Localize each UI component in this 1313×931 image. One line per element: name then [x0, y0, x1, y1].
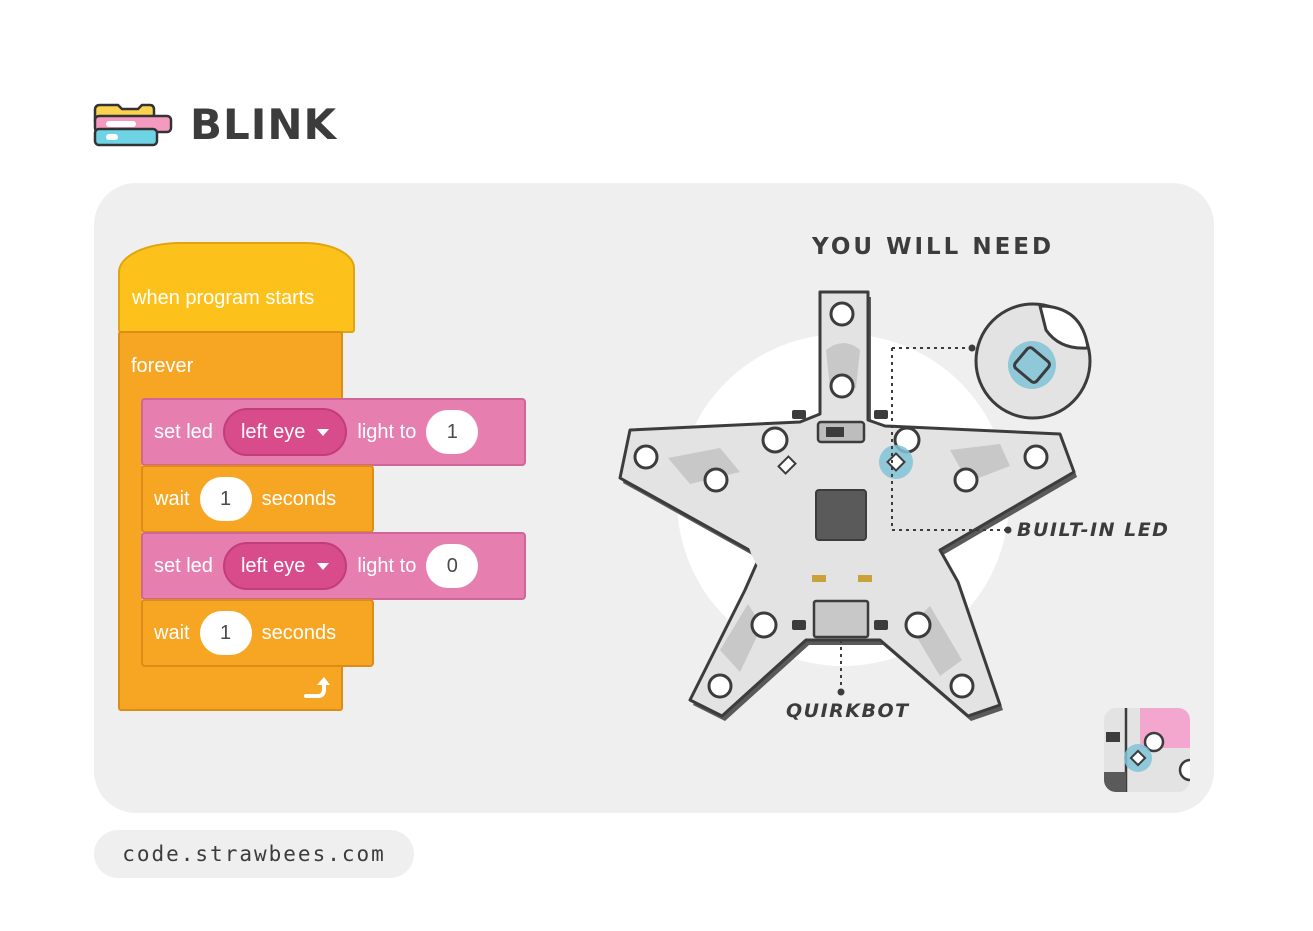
set-led-label: set led	[154, 420, 213, 443]
caret-down-icon	[317, 428, 330, 436]
wait-block[interactable]: wait 1 seconds	[141, 599, 374, 667]
forever-block[interactable]: forever	[118, 331, 343, 400]
set-led-block[interactable]: set led left eye light to 0	[141, 532, 526, 600]
quirkbot-board-illustration	[618, 290, 1092, 721]
wait-seconds-input[interactable]: 1	[199, 611, 252, 655]
light-value-input[interactable]: 0	[426, 544, 479, 588]
seconds-label: seconds	[261, 621, 337, 644]
forever-block-label: forever	[131, 355, 194, 377]
led-select-dropdown[interactable]: left eye	[222, 542, 348, 590]
footer-url[interactable]: code.strawbees.com	[94, 830, 414, 878]
light-to-label: light to	[357, 554, 417, 577]
forever-block-arm	[118, 398, 142, 664]
seconds-label: seconds	[261, 487, 337, 510]
led-select-value: left eye	[240, 420, 306, 443]
wait-seconds-input[interactable]: 1	[199, 477, 252, 521]
built-in-led-label: BUILT-IN LED	[1017, 519, 1170, 541]
loop-arrow-icon	[304, 677, 330, 698]
wait-label: wait	[154, 487, 190, 510]
caret-down-icon	[317, 562, 330, 570]
led-select-value: left eye	[240, 554, 306, 577]
set-led-block[interactable]: set led left eye light to 1	[141, 398, 526, 466]
hat-block-label: when program starts	[132, 287, 315, 309]
code-blocks-icon	[93, 103, 173, 147]
led-select-dropdown[interactable]: left eye	[222, 408, 348, 456]
page-title: BLINK	[190, 100, 338, 149]
you-will-need-title: YOU WILL NEED	[812, 234, 1055, 260]
light-to-label: light to	[357, 420, 417, 443]
wait-block[interactable]: wait 1 seconds	[141, 465, 374, 533]
board-detail-thumbnail	[1104, 708, 1190, 792]
quirkbot-label: QUIRKBOT	[786, 700, 910, 722]
set-led-label: set led	[154, 554, 213, 577]
when-program-starts-block[interactable]: when program starts	[118, 242, 355, 333]
light-value-input[interactable]: 1	[426, 410, 479, 454]
wait-label: wait	[154, 621, 190, 644]
